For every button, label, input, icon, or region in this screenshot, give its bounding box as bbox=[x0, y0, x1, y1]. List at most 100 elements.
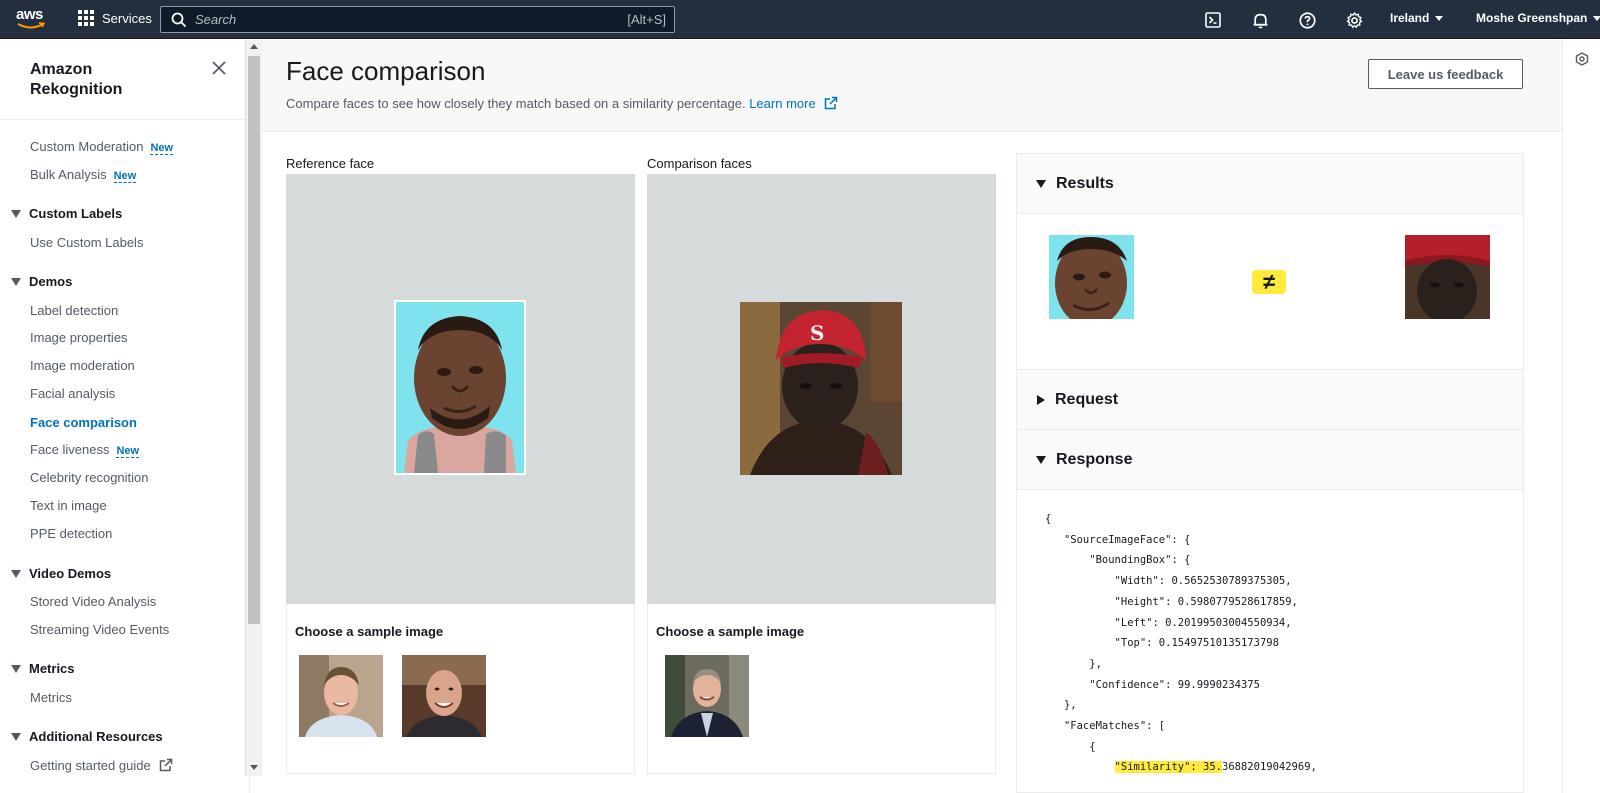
source-face-crop bbox=[1049, 235, 1134, 319]
response-title: Response bbox=[1056, 450, 1133, 468]
json-line: "Confidence": 99.9990234375 bbox=[1089, 678, 1260, 691]
aws-smile-icon bbox=[17, 22, 45, 29]
results-panel: Results ≠ Request Response {"SourceImag… bbox=[1016, 153, 1524, 793]
sample-image-thumbnail[interactable] bbox=[299, 655, 383, 737]
new-badge: New bbox=[150, 142, 174, 155]
search-box[interactable]: [Alt+S] bbox=[160, 6, 675, 33]
reference-sample-area: Choose a sample image bbox=[286, 604, 635, 774]
section-title: Custom Labels bbox=[29, 206, 123, 221]
section-title: Video Demos bbox=[29, 566, 112, 581]
sidebar-item-face-liveness[interactable]: Face liveness New bbox=[30, 442, 140, 458]
sidebar-item-celebrity-recognition[interactable]: Celebrity recognition bbox=[30, 470, 149, 485]
section-additional-resources[interactable]: Additional Resources bbox=[11, 729, 163, 744]
settings-icon[interactable] bbox=[1344, 10, 1364, 30]
scroll-down-arrow-icon[interactable] bbox=[250, 765, 258, 770]
scroll-up-arrow-icon[interactable] bbox=[250, 44, 258, 49]
sidebar-item-metrics[interactable]: Metrics bbox=[30, 690, 72, 705]
chevron-down-icon bbox=[1435, 16, 1444, 22]
caret-right-icon bbox=[1037, 394, 1045, 405]
sidebar-item-image-properties[interactable]: Image properties bbox=[30, 330, 128, 345]
scrollbar-thumb[interactable] bbox=[248, 56, 260, 624]
leave-feedback-button[interactable]: Leave us feedback bbox=[1368, 59, 1523, 89]
page-header: Face comparison Compare faces to see how… bbox=[262, 40, 1562, 132]
json-line: { bbox=[1089, 740, 1096, 753]
results-accordion-header[interactable]: Results bbox=[1017, 154, 1523, 214]
new-badge: New bbox=[113, 170, 137, 183]
chevron-down-icon bbox=[1593, 16, 1600, 22]
page-description: Compare faces to see how closely they ma… bbox=[286, 96, 838, 111]
top-navigation-bar: aws Services [Alt+S] Ireland Moshe Green… bbox=[0, 0, 1600, 39]
sample-image-thumbnail[interactable] bbox=[402, 655, 486, 737]
sidebar-item-facial-analysis[interactable]: Facial analysis bbox=[30, 386, 115, 401]
json-line: "Height": 0.5980779528617859, bbox=[1114, 595, 1298, 608]
section-video-demos[interactable]: Video Demos bbox=[11, 566, 111, 581]
sidebar-item-label: Custom Moderation bbox=[30, 139, 144, 154]
learn-more-label: Learn more bbox=[749, 96, 816, 111]
close-icon[interactable] bbox=[212, 61, 226, 75]
sidebar-item-image-moderation[interactable]: Image moderation bbox=[30, 358, 135, 373]
json-line: 36882019042969, bbox=[1222, 761, 1317, 774]
response-accordion-header[interactable]: Response bbox=[1017, 430, 1523, 490]
sidebar-item-bulk-analysis[interactable]: Bulk Analysis New bbox=[30, 167, 137, 183]
region-label: Ireland bbox=[1390, 11, 1430, 25]
section-custom-labels[interactable]: Custom Labels bbox=[11, 206, 122, 221]
similarity-highlight: "Similarity": 35. bbox=[1114, 761, 1223, 774]
request-title: Request bbox=[1055, 390, 1119, 408]
comparison-image-panel[interactable]: S bbox=[647, 174, 996, 604]
section-demos[interactable]: Demos bbox=[11, 274, 72, 289]
json-line: "Top": 0.15497510135173798 bbox=[1114, 637, 1279, 650]
comparison-sample-area: Choose a sample image bbox=[647, 604, 996, 774]
caret-down-icon bbox=[11, 209, 21, 218]
json-line: { bbox=[1045, 513, 1052, 525]
sidebar-item-label: Getting started guide bbox=[30, 758, 151, 773]
sample-image-thumbnail[interactable] bbox=[665, 655, 749, 737]
sidebar-divider bbox=[0, 119, 249, 120]
json-line: }, bbox=[1089, 657, 1102, 670]
sidebar-item-label: Bulk Analysis bbox=[30, 167, 107, 182]
section-title: Additional Resources bbox=[29, 729, 163, 744]
caret-down-icon bbox=[1036, 179, 1046, 188]
service-title[interactable]: Amazon Rekognition bbox=[30, 60, 160, 100]
caret-down-icon bbox=[11, 732, 21, 741]
section-metrics[interactable]: Metrics bbox=[11, 661, 75, 676]
cloudshell-icon[interactable] bbox=[1203, 10, 1223, 30]
external-link-icon bbox=[825, 96, 838, 110]
account-menu[interactable]: Moshe Greenshpan bbox=[1476, 11, 1600, 25]
svg-text:S: S bbox=[810, 321, 824, 345]
sidebar-scrollbar[interactable] bbox=[245, 40, 262, 776]
learn-more-link[interactable]: Learn more bbox=[749, 96, 838, 111]
sidebar-item-ppe-detection[interactable]: PPE detection bbox=[30, 526, 112, 541]
main-content: Face comparison Compare faces to see how… bbox=[262, 40, 1562, 793]
help-icon[interactable] bbox=[1297, 10, 1317, 30]
json-line: "Left": 0.20199503004550934, bbox=[1114, 616, 1292, 629]
bell-icon[interactable] bbox=[1250, 10, 1270, 30]
sidebar-item-getting-started-guide[interactable]: Getting started guide bbox=[30, 758, 173, 773]
sidebar-item-streaming-video-events[interactable]: Streaming Video Events bbox=[30, 622, 169, 637]
page-title: Face comparison bbox=[286, 56, 486, 86]
aws-logo[interactable]: aws bbox=[16, 6, 48, 32]
services-menu[interactable]: Services bbox=[78, 10, 152, 26]
search-input[interactable] bbox=[195, 12, 615, 27]
caret-down-icon bbox=[11, 664, 21, 673]
request-accordion-header[interactable]: Request bbox=[1017, 369, 1523, 430]
reference-image-panel[interactable] bbox=[286, 174, 635, 604]
sidebar-item-stored-video-analysis[interactable]: Stored Video Analysis bbox=[30, 594, 156, 609]
sidebar-item-label-detection[interactable]: Label detection bbox=[30, 303, 118, 318]
sidebar-item-face-comparison[interactable]: Face comparison bbox=[30, 415, 137, 430]
services-label: Services bbox=[102, 10, 152, 26]
search-icon bbox=[171, 12, 187, 27]
sidebar-item-label: Face liveness bbox=[30, 442, 110, 457]
caret-down-icon bbox=[1036, 455, 1046, 464]
tools-panel-icon[interactable] bbox=[1575, 52, 1589, 66]
section-title: Demos bbox=[29, 274, 73, 289]
sidebar-item-custom-moderation[interactable]: Custom Moderation New bbox=[30, 139, 174, 155]
search-shortcut-hint: [Alt+S] bbox=[627, 12, 666, 27]
description-text: Compare faces to see how closely they ma… bbox=[286, 96, 746, 111]
region-selector[interactable]: Ireland bbox=[1390, 11, 1444, 25]
side-navigation: Amazon Rekognition Custom Moderation New … bbox=[0, 40, 250, 793]
json-line: "SourceImageFace": { bbox=[1063, 533, 1191, 546]
sidebar-item-use-custom-labels[interactable]: Use Custom Labels bbox=[30, 235, 143, 250]
sidebar-item-text-in-image[interactable]: Text in image bbox=[30, 498, 107, 513]
response-json-code: { "SourceImageFace": { "BoundingBox": { … bbox=[1045, 509, 1317, 778]
reference-face-label: Reference face bbox=[286, 156, 375, 171]
